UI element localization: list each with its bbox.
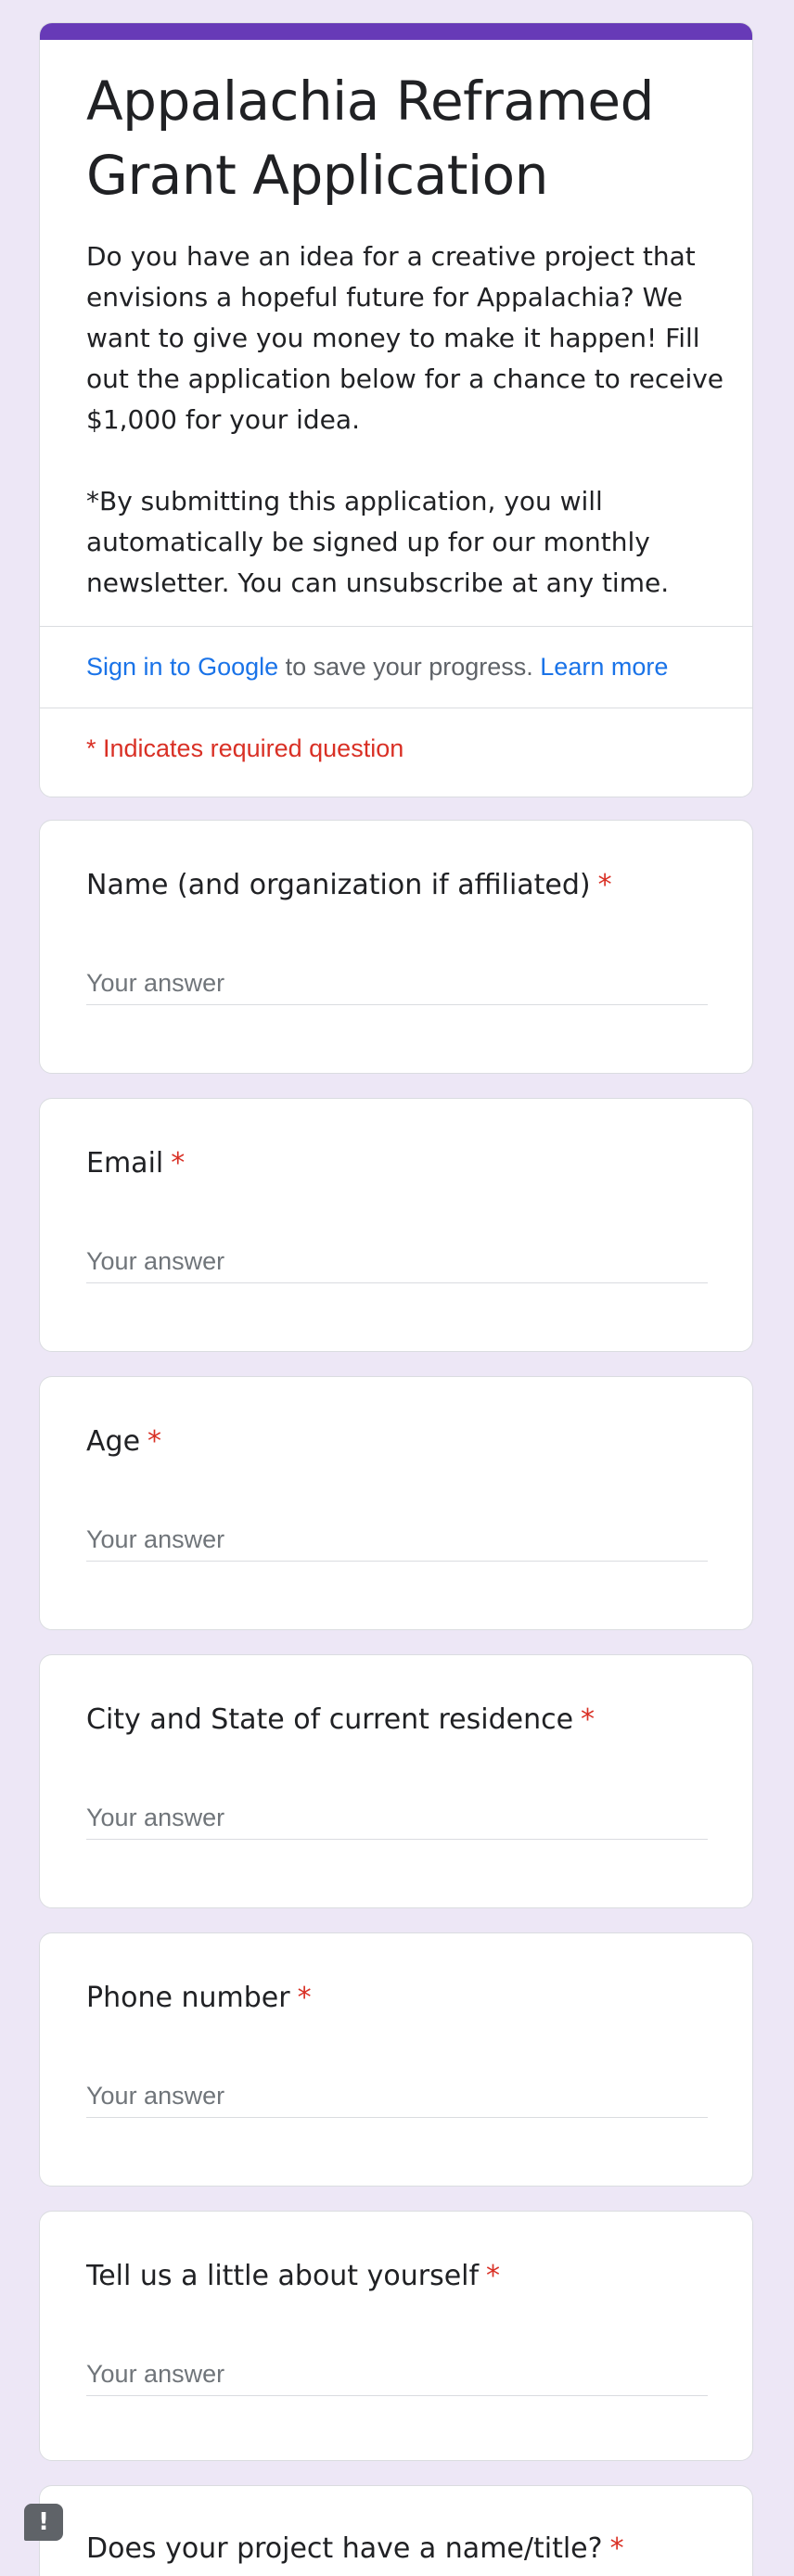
question-card-phone: Phone number * (39, 1932, 753, 2187)
signin-row: Sign in to Google to save your progress.… (86, 646, 736, 687)
form-page: Appalachia Reframed Grant Application Do… (0, 0, 794, 2576)
signin-link[interactable]: Sign in to Google (86, 653, 278, 681)
question-card-name: Name (and organization if affiliated) * (39, 820, 753, 1074)
form-title: Appalachia Reframed Grant Application (86, 70, 654, 207)
question-card-project-title: Does your project have a name/title? * (39, 2485, 753, 2576)
question-label: Email * (86, 1143, 717, 1184)
header-divider (40, 626, 752, 627)
question-card-age: Age * (39, 1376, 753, 1630)
required-asterisk: * (609, 2532, 624, 2565)
signin-text: to save your progress. (278, 653, 541, 681)
question-label: Age * (86, 1422, 717, 1462)
question-card-about-yourself: Tell us a little about yourself * (39, 2211, 753, 2461)
required-asterisk: * (171, 1147, 186, 1180)
question-label: Does your project have a name/title? * (86, 2529, 717, 2570)
form-header-card: Appalachia Reframed Grant Application Do… (39, 22, 753, 797)
form-description: Do you have an idea for a creative proje… (86, 241, 724, 598)
required-asterisk: * (597, 869, 612, 901)
question-card-email: Email * (39, 1098, 753, 1352)
about-yourself-input[interactable] (86, 2353, 708, 2396)
city-state-input[interactable] (86, 1796, 708, 1840)
question-title: City and State of current residence (86, 1703, 574, 1736)
question-title: Phone number (86, 1982, 290, 2014)
required-asterisk: * (581, 1703, 596, 1736)
question-label: City and State of current residence * (86, 1700, 717, 1741)
question-title: Name (and organization if affiliated) (86, 869, 591, 901)
theme-accent-bar (40, 23, 752, 40)
required-question-note: * Indicates required question (86, 734, 404, 762)
question-label: Tell us a little about yourself * (86, 2256, 717, 2297)
age-input[interactable] (86, 1518, 708, 1562)
question-title: Email (86, 1147, 164, 1180)
required-asterisk: * (486, 2260, 501, 2292)
required-asterisk: * (147, 1425, 162, 1458)
question-title: Age (86, 1425, 141, 1458)
question-title: Tell us a little about yourself (86, 2260, 480, 2292)
name-input[interactable] (86, 962, 708, 1005)
learn-more-link[interactable]: Learn more (540, 653, 668, 681)
question-title: Does your project have a name/title? (86, 2532, 603, 2565)
phone-input[interactable] (86, 2074, 708, 2118)
required-asterisk: * (297, 1982, 312, 2014)
feedback-icon[interactable]: ! (24, 2504, 63, 2541)
question-label: Name (and organization if affiliated) * (86, 865, 717, 906)
question-card-city-state: City and State of current residence * (39, 1654, 753, 1908)
email-input[interactable] (86, 1240, 708, 1283)
question-label: Phone number * (86, 1978, 717, 2019)
